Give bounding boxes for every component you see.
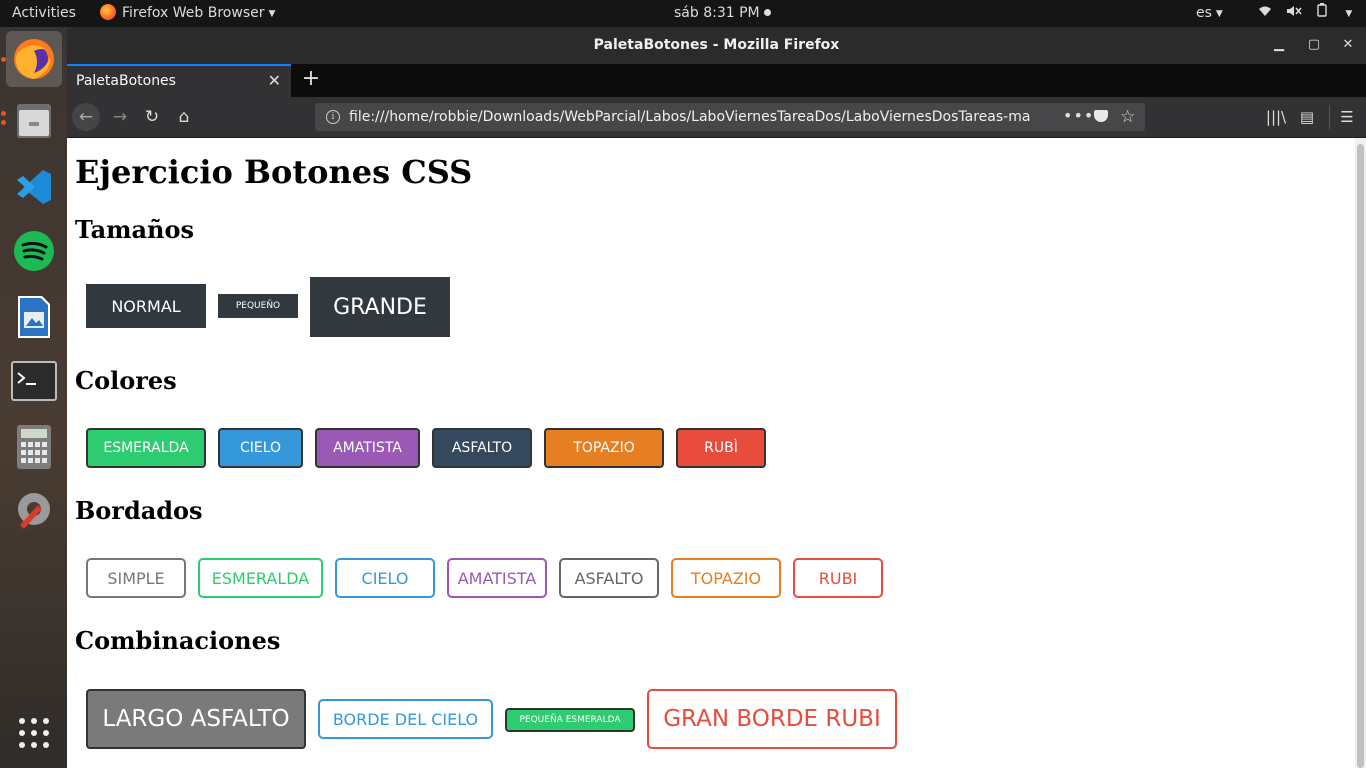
dock-calculator[interactable] (6, 419, 62, 475)
spotify-icon (14, 231, 54, 271)
chevron-down-icon: ▼ (1345, 9, 1353, 19)
page-actions-icon[interactable]: ••• (1063, 103, 1094, 129)
app-menu-label: Firefox Web Browser (122, 5, 265, 21)
asphalt-border-button[interactable]: ASFALTO (559, 558, 659, 598)
show-applications[interactable] (6, 707, 62, 763)
library-icon[interactable]: |||\ (1262, 103, 1290, 131)
colors-heading: Colores (75, 366, 177, 395)
normal-button[interactable]: NORMAL (86, 284, 206, 328)
new-tab-button[interactable]: + (299, 68, 323, 92)
running-indicator (1, 120, 6, 125)
dock-files[interactable] (1, 93, 62, 149)
page-content: Ejercicio Botones CSS Tamaños NORMAL PEQ… (67, 138, 1355, 768)
navigation-toolbar: ← → ↻ ⌂ i file:///home/robbie/Downloads/… (67, 97, 1366, 138)
sky-border-combo-button[interactable]: BORDE DEL CIELO (318, 699, 493, 739)
borders-heading: Bordados (75, 496, 203, 525)
back-button[interactable]: ← (72, 103, 100, 131)
volume-muted-icon (1286, 0, 1303, 27)
pocket-icon[interactable] (1094, 110, 1108, 122)
running-indicator (1, 111, 6, 116)
window-title: PaletaBotones - Mozilla Firefox (593, 37, 840, 53)
close-window-button[interactable]: ✕ (1339, 36, 1357, 54)
writer-icon (18, 296, 50, 338)
chevron-down-icon: ▼ (268, 9, 276, 19)
combos-heading: Combinaciones (75, 626, 281, 655)
dock-terminal[interactable] (6, 353, 62, 409)
maximize-button[interactable]: ▢ (1305, 36, 1323, 54)
url-bar[interactable]: i file:///home/robbie/Downloads/WebParci… (315, 103, 1145, 131)
dock-settings[interactable] (6, 481, 62, 537)
emerald-button[interactable]: ESMERALDA (86, 428, 206, 468)
big-ruby-border-button[interactable]: GRAN BORDE RUBI (647, 689, 897, 749)
url-text: file:///home/robbie/Downloads/WebParcial… (349, 109, 1031, 125)
dock (0, 27, 67, 768)
emerald-border-button[interactable]: ESMERALDA (198, 558, 323, 598)
dock-vscode[interactable] (6, 159, 62, 215)
activities-button[interactable]: Activities (12, 0, 76, 27)
forward-button[interactable]: → (106, 103, 134, 131)
chevron-down-icon: ▼ (1215, 9, 1223, 19)
app-menu[interactable]: Firefox Web Browser ▼ (100, 0, 275, 27)
sky-button[interactable]: CIELO (218, 428, 303, 468)
running-indicator (1, 57, 6, 62)
calculator-icon (17, 425, 51, 469)
topaz-border-button[interactable]: TOPAZIO (671, 558, 781, 598)
language-label: es (1196, 5, 1212, 21)
vscode-icon (17, 170, 51, 204)
hamburger-menu-icon[interactable]: ☰ (1333, 103, 1361, 131)
minimize-button[interactable]: ▁ (1270, 36, 1288, 54)
system-tray[interactable]: ▼ (1258, 0, 1362, 27)
large-button[interactable]: GRANDE (310, 277, 450, 337)
ruby-border-button[interactable]: RUBI (793, 558, 883, 598)
close-icon[interactable]: ✕ (268, 72, 281, 90)
topaz-button[interactable]: TOPAZIO (544, 428, 664, 468)
toolbar-separator (1329, 105, 1330, 129)
dock-firefox[interactable] (1, 31, 62, 87)
language-menu[interactable]: es ▼ (1196, 0, 1223, 27)
tab-strip: PaletaBotones ✕ + (67, 64, 1366, 97)
tab-label: PaletaBotones (76, 73, 176, 89)
scrollbar[interactable] (1355, 138, 1366, 768)
sizes-heading: Tamaños (75, 215, 195, 244)
tab-paletabotones[interactable]: PaletaBotones ✕ (67, 64, 291, 97)
sidebar-icon[interactable]: ▤ (1293, 103, 1321, 131)
wifi-icon (1258, 0, 1272, 27)
battery-icon (1317, 0, 1327, 27)
bookmark-star-icon[interactable]: ☆ (1120, 103, 1135, 131)
firefox-icon (100, 4, 116, 20)
scrollbar-thumb[interactable] (1357, 144, 1364, 768)
home-button[interactable]: ⌂ (170, 103, 198, 131)
reload-button[interactable]: ↻ (138, 103, 166, 131)
firefox-icon (14, 39, 54, 79)
app-grid-icon (19, 718, 49, 748)
notification-dot-icon (763, 9, 771, 16)
amethyst-border-button[interactable]: AMATISTA (447, 558, 547, 598)
clock-label: sáb 8:31 PM (674, 5, 760, 21)
sky-border-button[interactable]: CIELO (335, 558, 435, 598)
window-titlebar[interactable]: PaletaBotones - Mozilla Firefox ▁ ▢ ✕ (67, 27, 1366, 64)
ruby-button[interactable]: RUBÌ (676, 428, 766, 468)
info-icon[interactable]: i (326, 110, 340, 124)
top-bar: Activities Firefox Web Browser ▼ sáb 8:31… (0, 0, 1366, 27)
files-icon (17, 104, 51, 138)
amethyst-button[interactable]: AMATISTA (315, 428, 420, 468)
dock-spotify[interactable] (6, 223, 62, 279)
dock-writer[interactable] (6, 289, 62, 345)
large-asphalt-button[interactable]: LARGO ASFALTO (86, 689, 306, 749)
terminal-icon (11, 361, 57, 401)
simple-border-button[interactable]: SIMPLE (86, 558, 186, 598)
small-emerald-button[interactable]: PEQUEÑA ESMERALDA (505, 708, 635, 732)
asphalt-button[interactable]: ASFALTO (432, 428, 532, 468)
small-button[interactable]: PEQUEÑO (218, 294, 298, 318)
firefox-window: PaletaBotones - Mozilla Firefox ▁ ▢ ✕ Pa… (67, 27, 1366, 768)
clock[interactable]: sáb 8:31 PM (674, 0, 771, 27)
page-title: Ejercicio Botones CSS (75, 153, 473, 191)
settings-icon (18, 493, 50, 529)
